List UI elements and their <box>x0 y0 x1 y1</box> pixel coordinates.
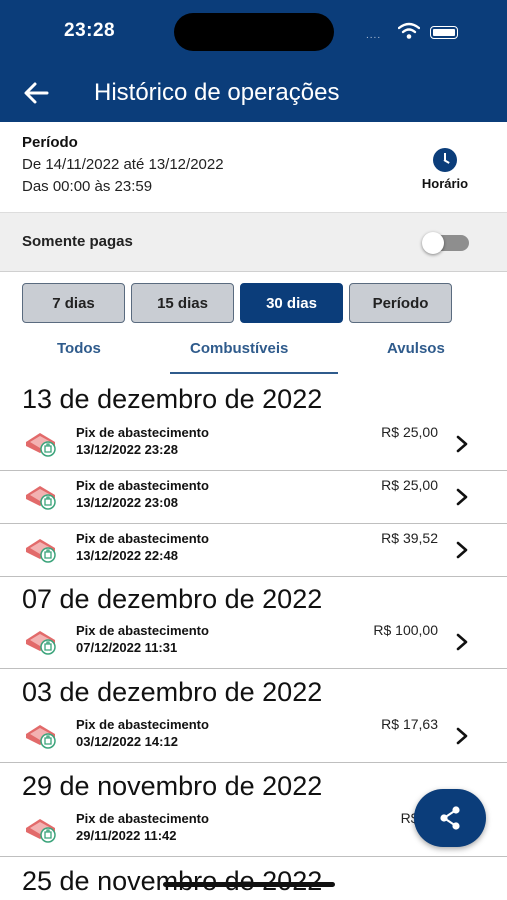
fuel-pump-icon <box>26 631 56 655</box>
signal-icon: .... <box>366 30 382 41</box>
chip-30-dias[interactable]: 30 dias <box>240 283 343 323</box>
operation-row[interactable]: Pix de abastecimento 13/12/2022 23:08 R$… <box>0 471 507 524</box>
operation-value: R$ 25,00 <box>381 477 438 493</box>
operation-title: Pix de abastecimento <box>76 478 209 493</box>
operation-row[interactable]: Pix de abastecimento 03/12/2022 14:12 R$… <box>0 710 507 763</box>
horario-label: Horário <box>421 176 469 191</box>
operation-row[interactable]: Pix de abastecimento 13/12/2022 23:28 R$… <box>0 418 507 471</box>
operation-title: Pix de abastecimento <box>76 717 209 732</box>
period-label: Período <box>22 134 78 151</box>
operation-datetime: 29/11/2022 11:42 <box>76 828 177 843</box>
back-arrow-icon[interactable] <box>22 78 52 108</box>
fuel-pump-icon <box>26 486 56 510</box>
home-indicator <box>163 882 335 887</box>
status-time: 23:28 <box>64 20 116 41</box>
operation-datetime: 07/12/2022 11:31 <box>76 640 178 655</box>
fuel-pump-icon <box>26 725 56 749</box>
day-header: 07 de dezembro de 2022 <box>22 584 323 614</box>
battery-icon <box>430 26 458 39</box>
status-icons: .... <box>366 22 466 42</box>
active-tab-indicator <box>170 372 338 374</box>
operation-value: R$ 25,00 <box>381 424 438 440</box>
chevron-right-icon <box>456 727 468 745</box>
fuel-pump-icon <box>26 539 56 563</box>
operation-value: R$ 39,52 <box>381 530 438 546</box>
operation-datetime: 13/12/2022 22:48 <box>76 548 178 563</box>
chevron-right-icon <box>456 488 468 506</box>
tab-todos[interactable]: Todos <box>57 340 101 357</box>
operation-row[interactable]: Pix de abastecimento 13/12/2022 22:48 R$… <box>0 524 507 577</box>
page-title: Histórico de operações <box>94 79 340 106</box>
chevron-right-icon <box>456 435 468 453</box>
day-header: 29 de novembro de 2022 <box>22 771 323 801</box>
toggle-knob <box>422 232 444 254</box>
somente-pagas-label: Somente pagas <box>22 233 133 250</box>
period-section: Período De 14/11/2022 até 13/12/2022 Das… <box>0 122 507 213</box>
chip-15-dias[interactable]: 15 dias <box>131 283 234 323</box>
horario-button[interactable]: Horário <box>412 148 478 191</box>
fuel-pump-icon <box>26 433 56 457</box>
operation-title: Pix de abastecimento <box>76 623 209 638</box>
somente-pagas-toggle[interactable] <box>422 232 469 254</box>
operation-title: Pix de abastecimento <box>76 811 209 826</box>
tab-combustiveis[interactable]: Combustíveis <box>190 340 288 357</box>
operation-value: R$ 100,00 <box>373 622 438 638</box>
operation-title: Pix de abastecimento <box>76 425 209 440</box>
chevron-right-icon <box>456 541 468 559</box>
clock-icon <box>433 148 457 172</box>
period-hours: Das 00:00 às 23:59 <box>22 178 153 195</box>
fuel-pump-icon <box>26 819 56 843</box>
chevron-right-icon <box>456 633 468 651</box>
chip-periodo[interactable]: Período <box>349 283 452 323</box>
operation-title: Pix de abastecimento <box>76 531 209 546</box>
share-button[interactable] <box>414 789 486 847</box>
day-header: 03 de dezembro de 2022 <box>22 677 323 707</box>
day-header: 13 de dezembro de 2022 <box>22 384 323 414</box>
operation-row[interactable]: Pix de abastecimento 07/12/2022 11:31 R$… <box>0 616 507 669</box>
app-header: 23:28 .... Histórico de operações <box>0 0 507 122</box>
chip-7-dias[interactable]: 7 dias <box>22 283 125 323</box>
operation-datetime: 13/12/2022 23:08 <box>76 495 178 510</box>
operation-datetime: 13/12/2022 23:28 <box>76 442 178 457</box>
dynamic-island <box>174 13 334 51</box>
period-range: De 14/11/2022 até 13/12/2022 <box>22 156 224 173</box>
operation-value: R$ 17,63 <box>381 716 438 732</box>
tab-avulsos[interactable]: Avulsos <box>387 340 445 357</box>
somente-pagas-row: Somente pagas <box>0 213 507 272</box>
share-icon <box>440 806 460 830</box>
wifi-icon <box>398 22 420 39</box>
operation-datetime: 03/12/2022 14:12 <box>76 734 178 749</box>
